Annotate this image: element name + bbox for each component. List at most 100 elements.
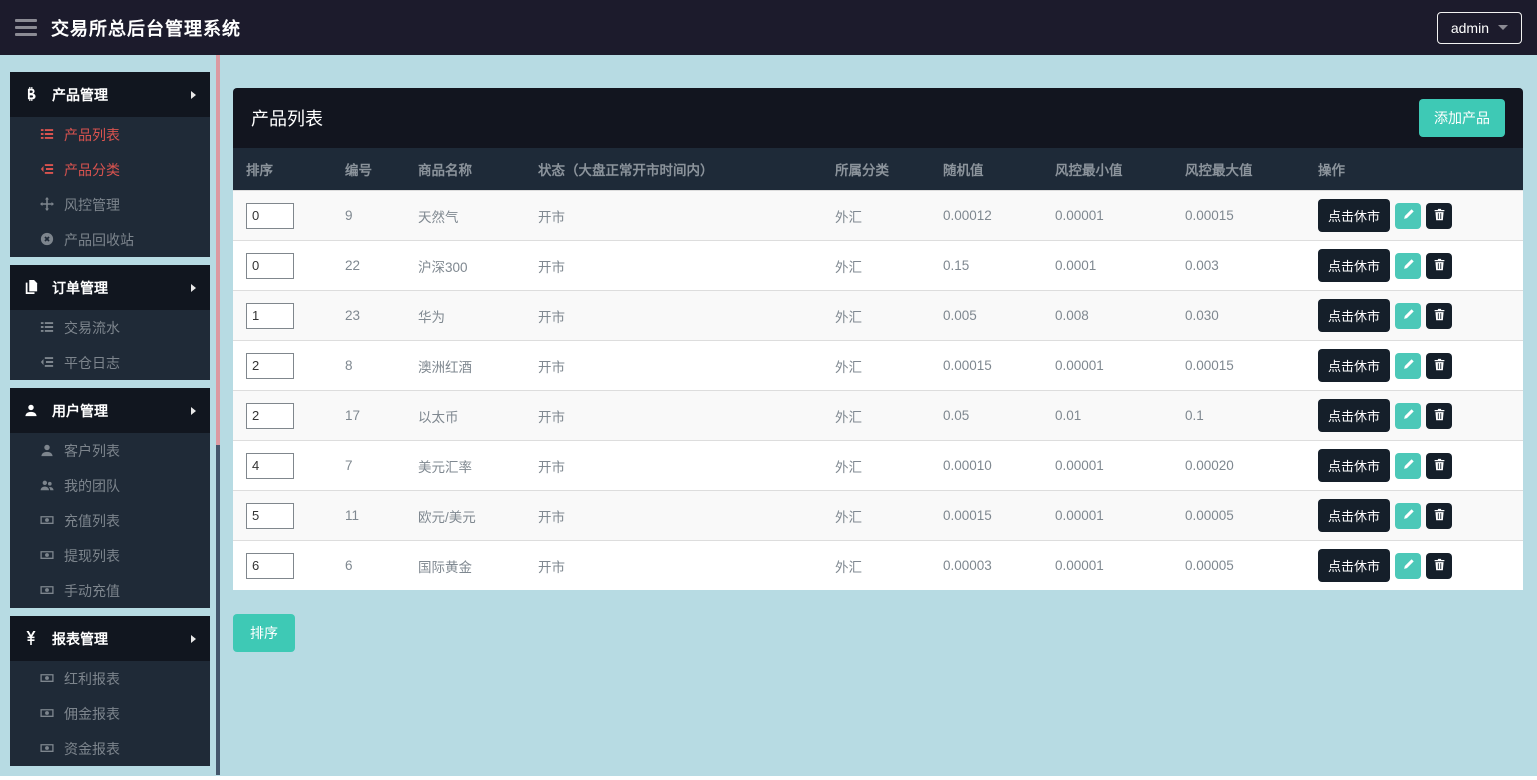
list-icon xyxy=(40,320,55,335)
delete-button[interactable] xyxy=(1426,453,1452,479)
sidebar-item-funds-report[interactable]: 资金报表 xyxy=(10,731,210,766)
table-row: 17以太币开市外汇0.050.010.1点击休市 xyxy=(233,391,1523,441)
close-market-button[interactable]: 点击休市 xyxy=(1318,349,1390,382)
sidebar-header-report-management[interactable]: 报表管理 xyxy=(10,616,210,661)
cell-status: 开市 xyxy=(530,191,827,241)
cell-category: 外汇 xyxy=(827,491,935,541)
pencil-icon xyxy=(1402,408,1415,424)
sort-order-input[interactable] xyxy=(246,403,294,429)
sidebar-item-risk-management[interactable]: 风控管理 xyxy=(10,187,210,222)
caret-right-icon xyxy=(191,284,196,292)
delete-button[interactable] xyxy=(1426,503,1452,529)
sidebar-item-label: 提现列表 xyxy=(64,546,120,566)
sidebar-header-product-management[interactable]: 产品管理 xyxy=(10,72,210,117)
cell-random-value: 0.00012 xyxy=(935,191,1047,241)
sort-order-input[interactable] xyxy=(246,503,294,529)
sidebar-item-customer-list[interactable]: 客户列表 xyxy=(10,433,210,468)
cell-category: 外汇 xyxy=(827,191,935,241)
sidebar-item-recharge-list[interactable]: 充值列表 xyxy=(10,503,210,538)
sort-order-input[interactable] xyxy=(246,553,294,579)
cell-status: 开市 xyxy=(530,541,827,591)
close-market-button[interactable]: 点击休市 xyxy=(1318,199,1390,232)
sidebar-header-label: 产品管理 xyxy=(52,85,108,105)
edit-button[interactable] xyxy=(1395,553,1421,579)
cell-sort xyxy=(233,491,337,541)
close-market-button[interactable]: 点击休市 xyxy=(1318,449,1390,482)
sidebar-item-manual-recharge[interactable]: 手动充值 xyxy=(10,573,210,608)
caret-right-icon xyxy=(191,407,196,415)
sort-order-input[interactable] xyxy=(246,203,294,229)
cell-risk-min: 0.0001 xyxy=(1047,241,1177,291)
sidebar-item-label: 风控管理 xyxy=(64,195,120,215)
delete-button[interactable] xyxy=(1426,253,1452,279)
delete-button[interactable] xyxy=(1426,353,1452,379)
sidebar-scrollbar-thumb[interactable] xyxy=(216,55,220,445)
cell-risk-max: 0.003 xyxy=(1177,241,1310,291)
sidebar-item-withdraw-list[interactable]: 提现列表 xyxy=(10,538,210,573)
column-header-1: 编号 xyxy=(337,148,410,191)
cell-product-name: 天然气 xyxy=(410,191,530,241)
sidebar-item-product-recycle[interactable]: 产品回收站 xyxy=(10,222,210,257)
sort-order-input[interactable] xyxy=(246,453,294,479)
table-row: 8澳洲红酒开市外汇0.000150.000010.00015点击休市 xyxy=(233,341,1523,391)
edit-button[interactable] xyxy=(1395,503,1421,529)
cell-product-name: 澳洲红酒 xyxy=(410,341,530,391)
delete-button[interactable] xyxy=(1426,303,1452,329)
edit-button[interactable] xyxy=(1395,353,1421,379)
sidebar-item-label: 资金报表 xyxy=(64,739,120,759)
cell-status: 开市 xyxy=(530,391,827,441)
sort-order-input[interactable] xyxy=(246,303,294,329)
close-market-button[interactable]: 点击休市 xyxy=(1318,499,1390,532)
sort-order-input[interactable] xyxy=(246,353,294,379)
sidebar-header-order-management[interactable]: 订单管理 xyxy=(10,265,210,310)
sidebar-item-dividend-report[interactable]: 红利报表 xyxy=(10,661,210,696)
sidebar-scrollbar-track[interactable] xyxy=(216,55,220,775)
pencil-icon xyxy=(1402,208,1415,224)
edit-button[interactable] xyxy=(1395,403,1421,429)
cell-status: 开市 xyxy=(530,291,827,341)
edit-button[interactable] xyxy=(1395,203,1421,229)
delete-button[interactable] xyxy=(1426,203,1452,229)
cell-risk-max: 0.1 xyxy=(1177,391,1310,441)
cell-random-value: 0.05 xyxy=(935,391,1047,441)
user-menu-button[interactable]: admin xyxy=(1437,12,1522,44)
banknote-icon xyxy=(40,671,55,686)
caret-right-icon xyxy=(191,91,196,99)
close-market-button[interactable]: 点击休市 xyxy=(1318,549,1390,582)
sidebar-item-product-list[interactable]: 产品列表 xyxy=(10,117,210,152)
yen-icon xyxy=(24,631,40,647)
product-table: 排序编号商品名称状态（大盘正常开市时间内）所属分类随机值风控最小值风控最大值操作… xyxy=(233,148,1523,590)
add-product-button[interactable]: 添加产品 xyxy=(1419,99,1505,137)
sidebar-item-product-category[interactable]: 产品分类 xyxy=(10,152,210,187)
edit-button[interactable] xyxy=(1395,303,1421,329)
cell-id: 6 xyxy=(337,541,410,591)
cell-id: 23 xyxy=(337,291,410,341)
cell-risk-max: 0.030 xyxy=(1177,291,1310,341)
cell-product-name: 国际黄金 xyxy=(410,541,530,591)
delete-button[interactable] xyxy=(1426,403,1452,429)
edit-button[interactable] xyxy=(1395,453,1421,479)
sort-order-input[interactable] xyxy=(246,253,294,279)
cell-category: 外汇 xyxy=(827,541,935,591)
banknote-icon xyxy=(40,513,55,528)
edit-button[interactable] xyxy=(1395,253,1421,279)
close-market-button[interactable]: 点击休市 xyxy=(1318,249,1390,282)
user-menu-label: admin xyxy=(1451,20,1489,36)
sort-button[interactable]: 排序 xyxy=(233,614,295,652)
cell-random-value: 0.15 xyxy=(935,241,1047,291)
banknote-icon xyxy=(40,583,55,598)
close-market-button[interactable]: 点击休市 xyxy=(1318,399,1390,432)
cell-id: 9 xyxy=(337,191,410,241)
delete-button[interactable] xyxy=(1426,553,1452,579)
cell-risk-min: 0.00001 xyxy=(1047,191,1177,241)
sidebar-item-my-team[interactable]: 我的团队 xyxy=(10,468,210,503)
cell-id: 22 xyxy=(337,241,410,291)
sidebar-item-close-log[interactable]: 平仓日志 xyxy=(10,345,210,380)
cell-product-name: 以太币 xyxy=(410,391,530,441)
sidebar-header-user-management[interactable]: 用户管理 xyxy=(10,388,210,433)
close-market-button[interactable]: 点击休市 xyxy=(1318,299,1390,332)
hamburger-menu-icon[interactable] xyxy=(15,19,37,36)
sidebar-item-trade-flow[interactable]: 交易流水 xyxy=(10,310,210,345)
bitcoin-icon xyxy=(24,87,40,103)
sidebar-item-commission-report[interactable]: 佣金报表 xyxy=(10,696,210,731)
